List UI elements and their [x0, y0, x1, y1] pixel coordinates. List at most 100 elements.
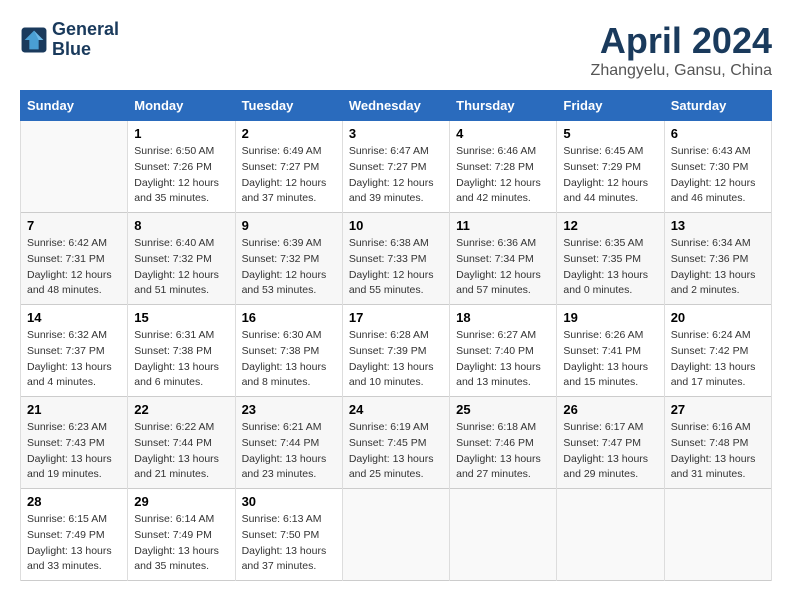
day-number: 13 [671, 218, 765, 233]
day-info: Sunrise: 6:46 AMSunset: 7:28 PMDaylight:… [456, 144, 550, 207]
calendar-cell: 13 Sunrise: 6:34 AMSunset: 7:36 PMDayligh… [664, 213, 771, 305]
calendar-cell: 3 Sunrise: 6:47 AMSunset: 7:27 PMDaylight… [342, 121, 449, 213]
day-info: Sunrise: 6:36 AMSunset: 7:34 PMDaylight:… [456, 236, 550, 299]
calendar-cell [557, 489, 664, 581]
day-info: Sunrise: 6:42 AMSunset: 7:31 PMDaylight:… [27, 236, 121, 299]
calendar-cell: 29 Sunrise: 6:14 AMSunset: 7:49 PMDayligh… [128, 489, 235, 581]
day-info: Sunrise: 6:26 AMSunset: 7:41 PMDaylight:… [563, 328, 657, 391]
calendar-cell: 19 Sunrise: 6:26 AMSunset: 7:41 PMDayligh… [557, 305, 664, 397]
logo-text: General Blue [52, 20, 119, 60]
calendar-cell: 28 Sunrise: 6:15 AMSunset: 7:49 PMDayligh… [21, 489, 128, 581]
day-info: Sunrise: 6:49 AMSunset: 7:27 PMDaylight:… [242, 144, 336, 207]
day-number: 2 [242, 126, 336, 141]
day-number: 21 [27, 402, 121, 417]
day-number: 18 [456, 310, 550, 325]
day-info: Sunrise: 6:45 AMSunset: 7:29 PMDaylight:… [563, 144, 657, 207]
calendar-cell: 7 Sunrise: 6:42 AMSunset: 7:31 PMDaylight… [21, 213, 128, 305]
day-info: Sunrise: 6:32 AMSunset: 7:37 PMDaylight:… [27, 328, 121, 391]
calendar-cell [342, 489, 449, 581]
day-number: 28 [27, 494, 121, 509]
logo: General Blue [20, 20, 119, 60]
day-info: Sunrise: 6:34 AMSunset: 7:36 PMDaylight:… [671, 236, 765, 299]
day-number: 20 [671, 310, 765, 325]
day-number: 6 [671, 126, 765, 141]
calendar-cell: 18 Sunrise: 6:27 AMSunset: 7:40 PMDayligh… [450, 305, 557, 397]
calendar-cell: 25 Sunrise: 6:18 AMSunset: 7:46 PMDayligh… [450, 397, 557, 489]
day-info: Sunrise: 6:16 AMSunset: 7:48 PMDaylight:… [671, 420, 765, 483]
day-number: 17 [349, 310, 443, 325]
calendar-header-row: SundayMondayTuesdayWednesdayThursdayFrid… [21, 91, 772, 121]
day-info: Sunrise: 6:28 AMSunset: 7:39 PMDaylight:… [349, 328, 443, 391]
weekday-header: Thursday [450, 91, 557, 121]
weekday-header: Saturday [664, 91, 771, 121]
day-number: 10 [349, 218, 443, 233]
day-number: 22 [134, 402, 228, 417]
calendar-cell: 2 Sunrise: 6:49 AMSunset: 7:27 PMDaylight… [235, 121, 342, 213]
day-number: 7 [27, 218, 121, 233]
title-block: April 2024 Zhangyelu, Gansu, China [591, 20, 772, 80]
day-info: Sunrise: 6:13 AMSunset: 7:50 PMDaylight:… [242, 512, 336, 575]
calendar-cell: 24 Sunrise: 6:19 AMSunset: 7:45 PMDayligh… [342, 397, 449, 489]
day-info: Sunrise: 6:27 AMSunset: 7:40 PMDaylight:… [456, 328, 550, 391]
day-number: 25 [456, 402, 550, 417]
day-number: 26 [563, 402, 657, 417]
day-info: Sunrise: 6:15 AMSunset: 7:49 PMDaylight:… [27, 512, 121, 575]
calendar-cell: 16 Sunrise: 6:30 AMSunset: 7:38 PMDayligh… [235, 305, 342, 397]
calendar-cell: 17 Sunrise: 6:28 AMSunset: 7:39 PMDayligh… [342, 305, 449, 397]
day-info: Sunrise: 6:38 AMSunset: 7:33 PMDaylight:… [349, 236, 443, 299]
day-info: Sunrise: 6:40 AMSunset: 7:32 PMDaylight:… [134, 236, 228, 299]
day-number: 30 [242, 494, 336, 509]
day-info: Sunrise: 6:31 AMSunset: 7:38 PMDaylight:… [134, 328, 228, 391]
day-number: 29 [134, 494, 228, 509]
calendar-cell: 27 Sunrise: 6:16 AMSunset: 7:48 PMDayligh… [664, 397, 771, 489]
day-info: Sunrise: 6:22 AMSunset: 7:44 PMDaylight:… [134, 420, 228, 483]
day-info: Sunrise: 6:23 AMSunset: 7:43 PMDaylight:… [27, 420, 121, 483]
calendar-cell: 11 Sunrise: 6:36 AMSunset: 7:34 PMDayligh… [450, 213, 557, 305]
calendar-week-row: 7 Sunrise: 6:42 AMSunset: 7:31 PMDaylight… [21, 213, 772, 305]
day-info: Sunrise: 6:17 AMSunset: 7:47 PMDaylight:… [563, 420, 657, 483]
calendar-week-row: 28 Sunrise: 6:15 AMSunset: 7:49 PMDayligh… [21, 489, 772, 581]
day-number: 27 [671, 402, 765, 417]
weekday-header: Wednesday [342, 91, 449, 121]
day-number: 19 [563, 310, 657, 325]
main-title: April 2024 [591, 20, 772, 62]
day-number: 8 [134, 218, 228, 233]
weekday-header: Tuesday [235, 91, 342, 121]
calendar-cell: 30 Sunrise: 6:13 AMSunset: 7:50 PMDayligh… [235, 489, 342, 581]
calendar-cell [21, 121, 128, 213]
calendar-cell: 9 Sunrise: 6:39 AMSunset: 7:32 PMDaylight… [235, 213, 342, 305]
day-number: 24 [349, 402, 443, 417]
day-number: 12 [563, 218, 657, 233]
day-number: 16 [242, 310, 336, 325]
weekday-header: Friday [557, 91, 664, 121]
calendar-cell: 23 Sunrise: 6:21 AMSunset: 7:44 PMDayligh… [235, 397, 342, 489]
day-info: Sunrise: 6:24 AMSunset: 7:42 PMDaylight:… [671, 328, 765, 391]
day-number: 11 [456, 218, 550, 233]
day-info: Sunrise: 6:39 AMSunset: 7:32 PMDaylight:… [242, 236, 336, 299]
day-number: 23 [242, 402, 336, 417]
day-number: 3 [349, 126, 443, 141]
day-number: 5 [563, 126, 657, 141]
calendar-cell: 26 Sunrise: 6:17 AMSunset: 7:47 PMDayligh… [557, 397, 664, 489]
day-number: 9 [242, 218, 336, 233]
sub-title: Zhangyelu, Gansu, China [591, 62, 772, 80]
day-info: Sunrise: 6:18 AMSunset: 7:46 PMDaylight:… [456, 420, 550, 483]
day-info: Sunrise: 6:47 AMSunset: 7:27 PMDaylight:… [349, 144, 443, 207]
calendar-cell [664, 489, 771, 581]
weekday-header: Sunday [21, 91, 128, 121]
day-info: Sunrise: 6:19 AMSunset: 7:45 PMDaylight:… [349, 420, 443, 483]
calendar-cell: 10 Sunrise: 6:38 AMSunset: 7:33 PMDayligh… [342, 213, 449, 305]
day-info: Sunrise: 6:21 AMSunset: 7:44 PMDaylight:… [242, 420, 336, 483]
calendar-cell: 8 Sunrise: 6:40 AMSunset: 7:32 PMDaylight… [128, 213, 235, 305]
day-info: Sunrise: 6:14 AMSunset: 7:49 PMDaylight:… [134, 512, 228, 575]
day-info: Sunrise: 6:30 AMSunset: 7:38 PMDaylight:… [242, 328, 336, 391]
calendar-week-row: 21 Sunrise: 6:23 AMSunset: 7:43 PMDayligh… [21, 397, 772, 489]
calendar-cell: 22 Sunrise: 6:22 AMSunset: 7:44 PMDayligh… [128, 397, 235, 489]
calendar-cell: 14Sunrise: 6:32 AMSunset: 7:37 PMDayligh… [21, 305, 128, 397]
calendar-cell: 4Sunrise: 6:46 AMSunset: 7:28 PMDaylight… [450, 121, 557, 213]
calendar-cell: 21 Sunrise: 6:23 AMSunset: 7:43 PMDayligh… [21, 397, 128, 489]
calendar-week-row: 14Sunrise: 6:32 AMSunset: 7:37 PMDayligh… [21, 305, 772, 397]
calendar-cell [450, 489, 557, 581]
calendar-cell: 15Sunrise: 6:31 AMSunset: 7:38 PMDayligh… [128, 305, 235, 397]
calendar-cell: 6Sunrise: 6:43 AMSunset: 7:30 PMDaylight… [664, 121, 771, 213]
